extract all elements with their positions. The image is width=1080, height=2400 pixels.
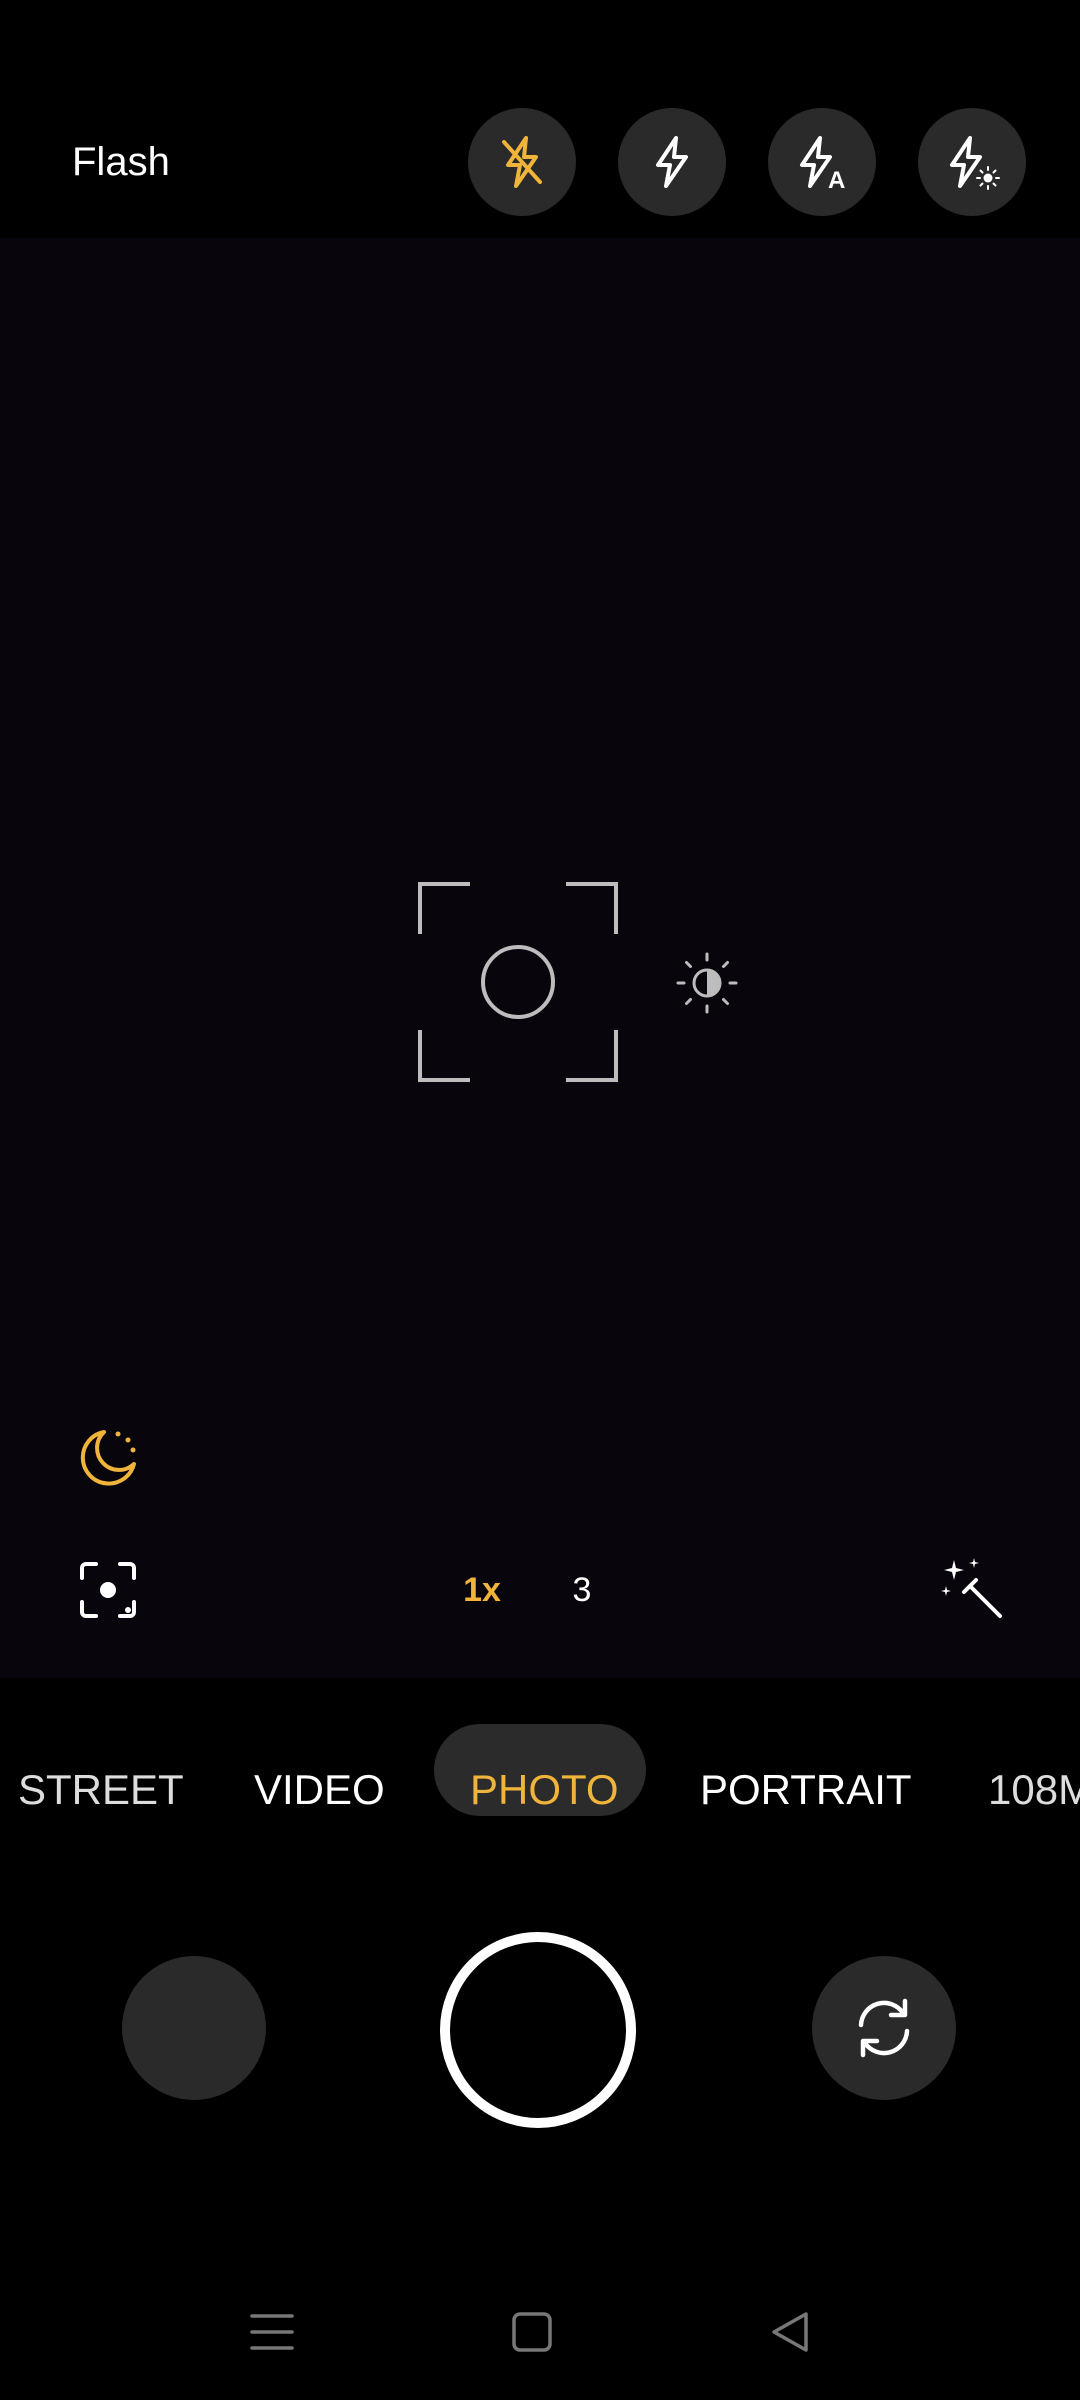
- shutter-button[interactable]: [440, 1932, 636, 2128]
- focus-frame[interactable]: [418, 882, 618, 1082]
- mode-portrait[interactable]: PORTRAIT: [700, 1766, 912, 1814]
- flash-torch-icon: [950, 136, 1000, 190]
- mode-selector: STREET VIDEO PHOTO PORTRAIT 108M: [0, 1678, 1080, 1858]
- mode-photo[interactable]: PHOTO: [470, 1766, 619, 1814]
- night-mode-icon[interactable]: [74, 1424, 142, 1492]
- flash-off-icon: [502, 136, 542, 188]
- mode-video[interactable]: VIDEO: [254, 1766, 385, 1814]
- home-nav-icon[interactable]: [506, 2306, 558, 2358]
- flash-on-button[interactable]: [618, 108, 726, 216]
- mode-108m[interactable]: 108M: [988, 1766, 1080, 1814]
- menu-nav-icon[interactable]: [246, 2306, 298, 2358]
- camera-screen: Flash A 1x 3 STREET VIDEO PHOTO PORTRAIT…: [0, 0, 1080, 2400]
- zoom-selector: 1x 3: [432, 1540, 632, 1640]
- flash-on-icon: [656, 136, 688, 188]
- zoom-1x-button[interactable]: 1x: [432, 1571, 532, 1610]
- magic-wand-icon[interactable]: [940, 1556, 1006, 1622]
- flash-auto-button[interactable]: A: [768, 108, 876, 216]
- flash-label: Flash: [72, 140, 170, 184]
- scan-icon[interactable]: [78, 1560, 138, 1620]
- flip-camera-button[interactable]: [812, 1956, 956, 2100]
- exposure-icon[interactable]: [676, 952, 738, 1014]
- flash-torch-button[interactable]: [918, 108, 1026, 216]
- zoom-3x-button[interactable]: 3: [532, 1571, 632, 1610]
- gallery-thumbnail[interactable]: [122, 1956, 266, 2100]
- back-nav-icon[interactable]: [764, 2306, 816, 2358]
- flash-auto-icon: A: [800, 136, 845, 192]
- flip-camera-icon: [858, 1998, 910, 2058]
- mode-street[interactable]: STREET: [18, 1766, 184, 1814]
- svg-text:A: A: [828, 167, 845, 192]
- flash-settings-bar: Flash A: [0, 0, 1080, 238]
- flash-off-button[interactable]: [468, 108, 576, 216]
